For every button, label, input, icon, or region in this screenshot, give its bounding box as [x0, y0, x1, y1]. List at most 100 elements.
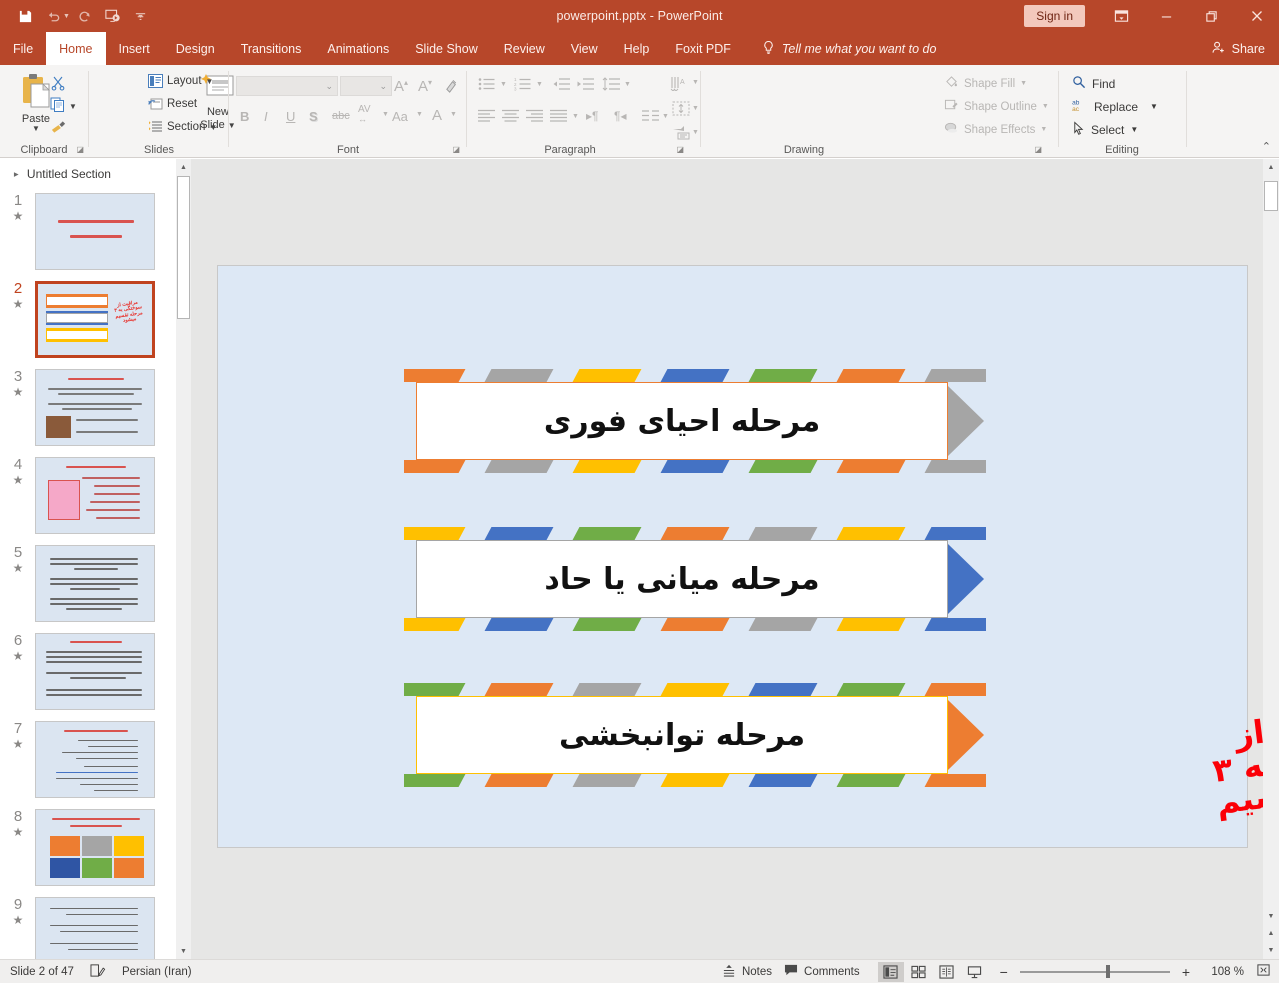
slide-sorter-view-button[interactable]	[906, 962, 932, 982]
columns-button[interactable]	[642, 109, 659, 125]
zoom-in-button[interactable]: +	[1182, 964, 1190, 980]
slide-thumbnail[interactable]	[35, 193, 155, 270]
restore-icon[interactable]	[1189, 0, 1234, 32]
italic-button[interactable]: I	[264, 109, 268, 124]
list-item[interactable]: 1 ★	[0, 193, 176, 281]
shape-fill-button[interactable]: Shape Fill ▼	[944, 75, 1027, 92]
tab-file[interactable]: File	[0, 32, 46, 65]
layout-button[interactable]: Layout ▼	[148, 74, 213, 88]
next-slide-icon[interactable]: ▼	[1263, 942, 1279, 959]
slide-thumbnail-panel[interactable]: ▼ Untitled Section 1 ★ 2 ★ مراقبت از سوخ…	[0, 159, 176, 959]
slide-thumbnail[interactable]	[35, 721, 155, 798]
list-item[interactable]: 4 ★	[0, 457, 176, 545]
increase-font-size-button[interactable]: A▴	[394, 78, 408, 95]
arrow-body[interactable]: مرحله احیای فوری	[416, 382, 948, 460]
slide-thumbnail[interactable]	[35, 633, 155, 710]
font-size-input[interactable]: ⌄	[340, 76, 392, 96]
increase-indent-button[interactable]	[576, 77, 594, 94]
process-arrow-3[interactable]: مرحله توانبخشی	[404, 683, 986, 787]
shape-outline-button[interactable]: Shape Outline ▼	[944, 98, 1049, 115]
align-text-dropdown-icon[interactable]: ▼	[692, 105, 699, 112]
chevron-down-icon[interactable]: ⌄	[379, 81, 387, 92]
justify-button[interactable]	[550, 109, 567, 125]
text-direction-dropdown-icon[interactable]: ▼	[692, 79, 699, 86]
normal-view-button[interactable]	[877, 961, 904, 982]
align-center-button[interactable]	[502, 109, 519, 125]
strikethrough-button[interactable]: abc	[332, 110, 350, 122]
zoom-slider[interactable]	[1019, 964, 1170, 980]
slide-thumbnail[interactable]	[35, 545, 155, 622]
shape-outline-dropdown-icon[interactable]: ▼	[1042, 103, 1049, 110]
align-right-button[interactable]	[526, 109, 543, 125]
tab-animations[interactable]: Animations	[314, 32, 402, 65]
convert-to-smartart-button[interactable]	[672, 125, 690, 143]
scroll-up-icon[interactable]: ▲	[1263, 159, 1279, 176]
list-item[interactable]: 2 ★ مراقبت از سوختگی به ۳ مرحله تقسیم می…	[0, 281, 176, 369]
thumbnail-scrollbar-thumb[interactable]	[177, 176, 190, 319]
numbering-button[interactable]: 123	[514, 77, 532, 94]
ribbon-display-options-icon[interactable]	[1099, 0, 1144, 32]
find-button[interactable]: Find	[1072, 75, 1115, 92]
zoom-out-button[interactable]: −	[1000, 964, 1008, 980]
drawing-dialog-launcher[interactable]: ◪	[1034, 145, 1042, 154]
slide-canvas[interactable]: مرحله احیای فوری مرحله میانی یا حاد مرحل…	[217, 265, 1279, 848]
share-button[interactable]: Share	[1211, 32, 1265, 65]
minimize-icon[interactable]	[1144, 0, 1189, 32]
spell-check-icon[interactable]	[90, 963, 106, 981]
text-direction-button[interactable]: A	[670, 75, 690, 94]
section-dropdown-icon[interactable]: ▼	[209, 123, 217, 132]
shape-effects-button[interactable]: Shape Effects ▼	[944, 121, 1047, 138]
tab-help[interactable]: Help	[611, 32, 663, 65]
bold-button[interactable]: B	[240, 109, 249, 124]
select-dropdown-icon[interactable]: ▼	[1130, 125, 1138, 134]
close-icon[interactable]	[1234, 0, 1279, 32]
list-item[interactable]: 9 ★	[0, 897, 176, 959]
chevron-down-icon[interactable]: ⌄	[325, 81, 333, 92]
change-case-button[interactable]: Aa	[392, 109, 408, 124]
fit-to-window-button[interactable]	[1256, 963, 1271, 980]
align-text-button[interactable]	[672, 101, 690, 119]
slide-show-view-button[interactable]	[962, 962, 988, 982]
decrease-font-size-button[interactable]: A▾	[418, 78, 432, 95]
ltr-text-direction-button[interactable]: ▸¶	[586, 109, 598, 123]
tab-view[interactable]: View	[558, 32, 611, 65]
text-shadow-button[interactable]: S	[309, 109, 318, 124]
tab-home[interactable]: Home	[46, 32, 106, 65]
tab-design[interactable]: Design	[163, 32, 228, 65]
reset-button[interactable]: Reset	[148, 97, 197, 111]
thumbnail-scroll-up-icon[interactable]: ▲	[176, 159, 191, 175]
slide-area-scrollbar[interactable]: ▲ ▼ ▲ ▼	[1263, 159, 1279, 959]
language-indicator[interactable]: Persian (Iran)	[122, 966, 192, 978]
bullets-dropdown-icon[interactable]: ▼	[500, 81, 507, 88]
slide-thumbnail[interactable]	[35, 897, 155, 959]
format-painter-button[interactable]	[50, 119, 67, 138]
list-item[interactable]: 7 ★	[0, 721, 176, 809]
rtl-text-direction-button[interactable]: ¶◂	[614, 109, 626, 123]
tab-transitions[interactable]: Transitions	[228, 32, 315, 65]
align-left-button[interactable]	[478, 109, 495, 125]
tab-review[interactable]: Review	[491, 32, 558, 65]
slide-thumbnail-selected[interactable]: مراقبت از سوختگی به ۳ مرحله تقسیم میشود	[35, 281, 155, 358]
line-spacing-dropdown-icon[interactable]: ▼	[624, 81, 631, 88]
paragraph-dialog-launcher[interactable]: ◪	[676, 145, 684, 154]
cut-button[interactable]	[50, 75, 66, 94]
process-arrow-1[interactable]: مرحله احیای فوری	[404, 369, 986, 473]
list-item[interactable]: 6 ★	[0, 633, 176, 721]
thumbnail-panel-scrollbar[interactable]: ▲ ▼	[176, 159, 191, 959]
clipboard-dialog-launcher[interactable]: ◪	[76, 145, 84, 154]
collapse-ribbon-button[interactable]: ⌃	[1262, 140, 1271, 153]
font-color-button[interactable]: A	[432, 107, 442, 124]
thumbnail-scroll-down-icon[interactable]: ▼	[176, 943, 191, 959]
zoom-handle[interactable]	[1105, 965, 1110, 978]
comments-button[interactable]: Comments	[784, 964, 860, 980]
previous-slide-icon[interactable]: ▲	[1263, 925, 1279, 942]
font-color-dropdown-icon[interactable]: ▼	[450, 111, 457, 118]
slide-indicator[interactable]: Slide 2 of 47	[10, 966, 74, 978]
tab-slide-show[interactable]: Slide Show	[402, 32, 491, 65]
columns-list-dropdown-icon[interactable]: ▼	[662, 113, 669, 120]
select-button[interactable]: Select ▼	[1072, 121, 1138, 138]
smartart-dropdown-icon[interactable]: ▼	[692, 129, 699, 136]
font-name-input[interactable]: ⌄	[236, 76, 338, 96]
tell-me-box[interactable]: Tell me what you want to do	[762, 32, 936, 65]
copy-button[interactable]: ▼	[50, 97, 77, 115]
